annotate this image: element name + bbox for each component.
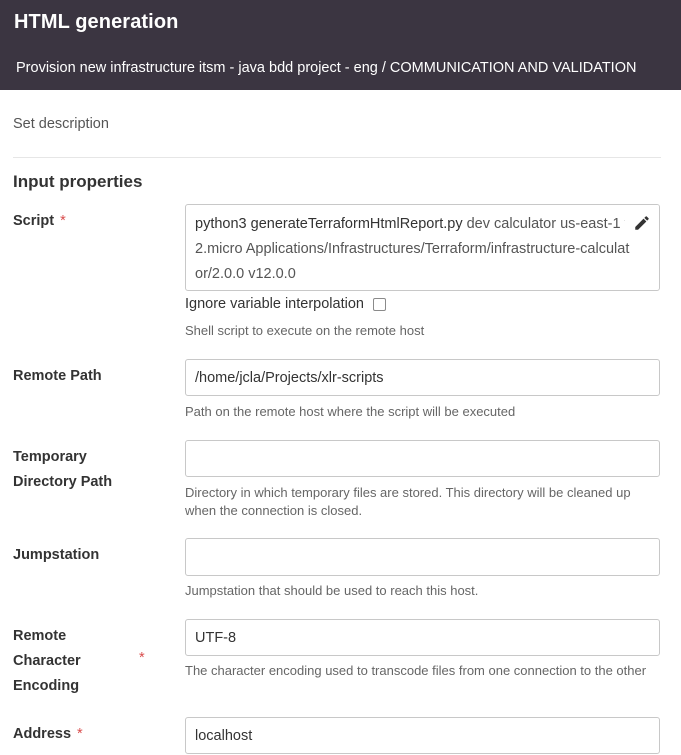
task-breadcrumb: Provision new infrastructure itsm - java…	[16, 60, 637, 76]
ignore-interpolation-row: Ignore variable interpolation	[185, 294, 386, 314]
encoding-label-line3: Encoding	[13, 678, 80, 694]
remote-path-label: Remote Path	[13, 368, 102, 384]
jumpstation-label: Jumpstation	[13, 547, 100, 563]
required-marker: *	[139, 650, 145, 666]
temp-dir-label-line2: Directory Path	[13, 474, 113, 490]
encoding-label-line2: Character	[13, 653, 81, 669]
pencil-icon	[635, 216, 649, 230]
remote-path-help: Path on the remote host where the script…	[185, 404, 516, 419]
address-value: localhost	[195, 728, 253, 744]
required-marker: *	[77, 726, 83, 742]
remote-path-input[interactable]: /home/jcla/Projects/xlr-scripts	[185, 359, 660, 396]
script-label-text: Script	[13, 213, 55, 229]
required-marker: *	[60, 213, 66, 229]
encoding-help: The character encoding used to transcode…	[185, 663, 647, 678]
remote-path-value: /home/jcla/Projects/xlr-scripts	[195, 370, 384, 386]
script-label: Script *	[13, 209, 138, 234]
encoding-input[interactable]: UTF-8	[185, 619, 660, 656]
address-label: Address *	[13, 722, 138, 747]
jumpstation-help: Jumpstation that should be used to reach…	[185, 583, 479, 598]
script-help: Shell script to execute on the remote ho…	[185, 323, 425, 338]
set-description-link[interactable]: Set description	[13, 116, 109, 132]
script-text: python3 generateTerraformHtmlReport.py d…	[195, 212, 635, 287]
ignore-interpolation-checkbox[interactable]	[372, 297, 386, 311]
encoding-label: Remote Character Encoding	[13, 624, 138, 699]
temp-dir-label-line1: Temporary	[13, 449, 87, 465]
dialog-header: HTML generation Provision new infrastruc…	[0, 0, 681, 90]
encoding-value: UTF-8	[195, 630, 237, 646]
dialog-title: HTML generation	[14, 11, 179, 33]
encoding-label-line1: Remote	[13, 628, 67, 644]
section-title: Input properties	[13, 172, 143, 191]
temp-dir-label: Temporary Directory Path	[13, 445, 138, 495]
address-input[interactable]: localhost	[185, 717, 660, 754]
ignore-interpolation-label: Ignore variable interpolation	[185, 296, 364, 312]
address-label-text: Address	[13, 726, 72, 742]
jumpstation-input[interactable]	[185, 538, 660, 576]
divider	[13, 157, 661, 158]
temp-dir-input[interactable]	[185, 440, 660, 477]
script-field[interactable]: python3 generateTerraformHtmlReport.py d…	[185, 204, 660, 291]
script-command: python3 generateTerraformHtmlReport.py	[195, 216, 463, 232]
temp-dir-help: Directory in which temporary files are s…	[185, 485, 631, 518]
edit-script-button[interactable]	[625, 205, 659, 241]
